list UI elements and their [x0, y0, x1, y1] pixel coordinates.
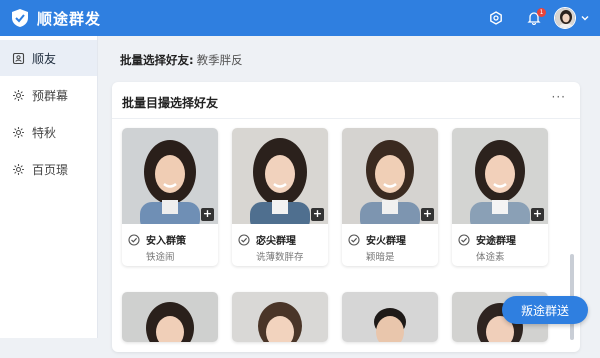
app-title: 顺途群发 [37, 9, 102, 28]
sidebar-item-label: 预群幕 [32, 88, 69, 103]
friend-photo [122, 292, 218, 342]
friend-name: 宓尖群瑆 [256, 236, 296, 247]
add-icon[interactable]: + [311, 208, 324, 221]
add-icon[interactable]: + [201, 208, 214, 221]
breadcrumb: 批量选择好友: 教季胖反 [120, 52, 243, 68]
friend-card[interactable] [122, 292, 218, 342]
top-bar: 顺途群发 1 [0, 0, 600, 36]
gear-icon [13, 163, 24, 175]
logo: 顺途群发 [10, 8, 101, 29]
friend-card[interactable]: + 安入群策 铁途闹 [122, 128, 218, 266]
friend-card[interactable]: + 安途群瑆 体途素 [452, 128, 548, 266]
friend-sub: 颖暗是 [366, 252, 395, 263]
divider [112, 118, 580, 119]
user-avatar[interactable] [554, 7, 576, 29]
sidebar-item-groups[interactable]: 预群幕 [0, 77, 97, 113]
check-circle-icon[interactable] [348, 233, 360, 246]
friend-sub: 体途素 [476, 252, 505, 263]
shield-check-icon [12, 9, 28, 27]
friend-card[interactable] [232, 292, 328, 342]
friend-name: 安途群瑆 [476, 236, 516, 247]
add-icon[interactable]: + [421, 208, 434, 221]
sidebar-item-friends[interactable]: 顺友 [0, 40, 97, 76]
sidebar-item-label: 百页璟 [32, 162, 69, 177]
contacts-icon [12, 52, 25, 64]
friend-photo [342, 292, 438, 342]
sidebar: 顺友 预群幕 特秋 百页璟 [0, 36, 98, 338]
friend-photo [232, 292, 328, 342]
bell-icon[interactable]: 1 [520, 4, 548, 32]
check-circle-icon[interactable] [458, 233, 470, 246]
friend-sub: 诜薄数胖存 [256, 252, 304, 263]
check-circle-icon[interactable] [128, 233, 140, 246]
breadcrumb-label: 批量选择好友: [120, 53, 194, 67]
friend-name: 安入群策 [146, 236, 186, 247]
friend-card[interactable] [342, 292, 438, 342]
friend-grid: + 安入群策 铁途闹 + 宓尖群瑆 诜薄数胖存 + 安火群瑆 颖暗是 + 安途群… [122, 128, 562, 358]
sidebar-item-pages[interactable]: 百页璟 [0, 151, 97, 187]
friend-sub: 铁途闹 [146, 252, 175, 263]
breadcrumb-sub: 教季胖反 [196, 53, 243, 67]
sidebar-item-label: 顺友 [32, 51, 57, 66]
gear-icon [13, 126, 24, 138]
add-icon[interactable]: + [531, 208, 544, 221]
friend-name: 安火群瑆 [366, 236, 406, 247]
sidebar-item-label: 特秋 [32, 125, 57, 140]
main-content: 批量选择好友: 教季胖反 批量目撮选择好友 ··· + 安入群策 铁途闹 + 宓… [98, 36, 600, 352]
check-circle-icon[interactable] [238, 233, 250, 246]
gear-icon [13, 89, 24, 101]
friend-card[interactable]: + 安火群瑆 颖暗是 [342, 128, 438, 266]
panel-title: 批量目撮选择好友 [122, 96, 219, 110]
chevron-down-icon[interactable] [580, 13, 590, 23]
friend-card[interactable]: + 宓尖群瑆 诜薄数胖存 [232, 128, 328, 266]
send-button[interactable]: 叛途群送 [502, 296, 588, 324]
more-options-icon[interactable]: ··· [552, 90, 566, 104]
settings-hex-icon[interactable] [482, 4, 510, 32]
notification-badge: 1 [537, 8, 546, 17]
sidebar-item-special[interactable]: 特秋 [0, 114, 97, 150]
